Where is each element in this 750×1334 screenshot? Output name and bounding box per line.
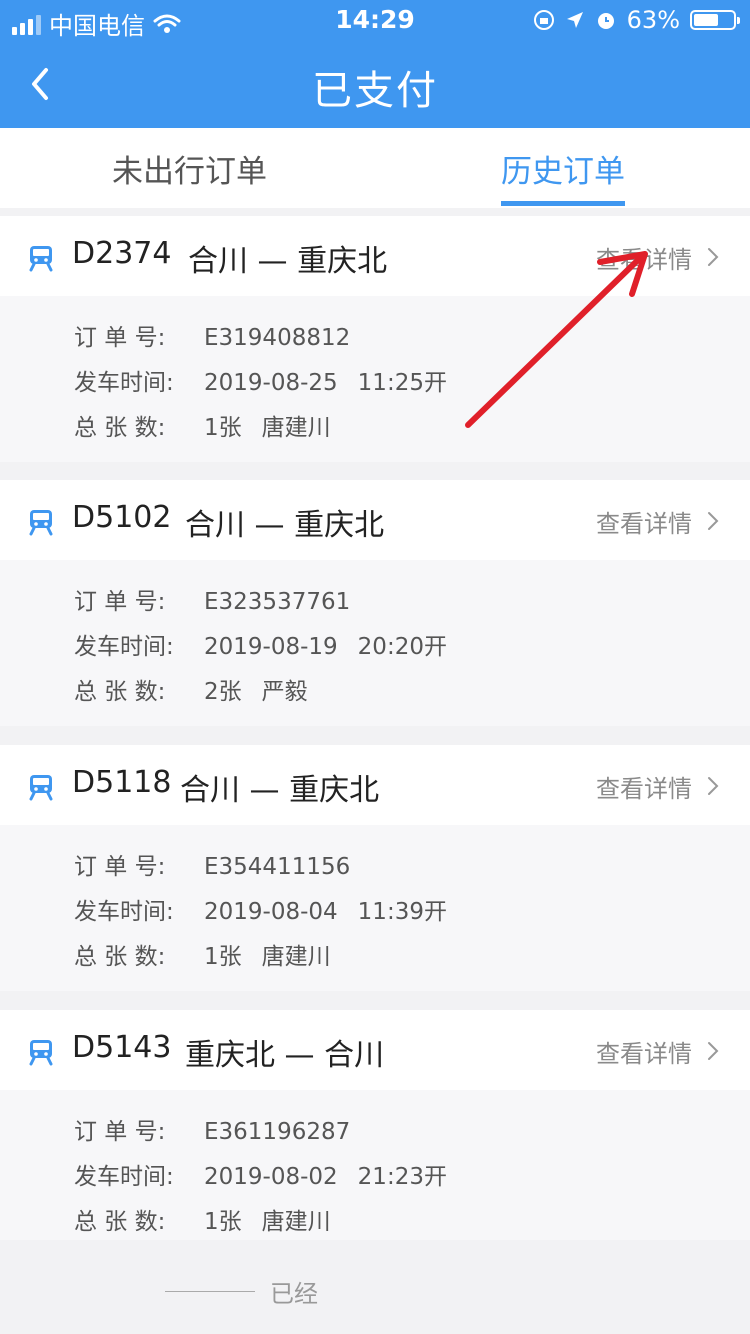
annotation-arrow xyxy=(465,251,648,428)
